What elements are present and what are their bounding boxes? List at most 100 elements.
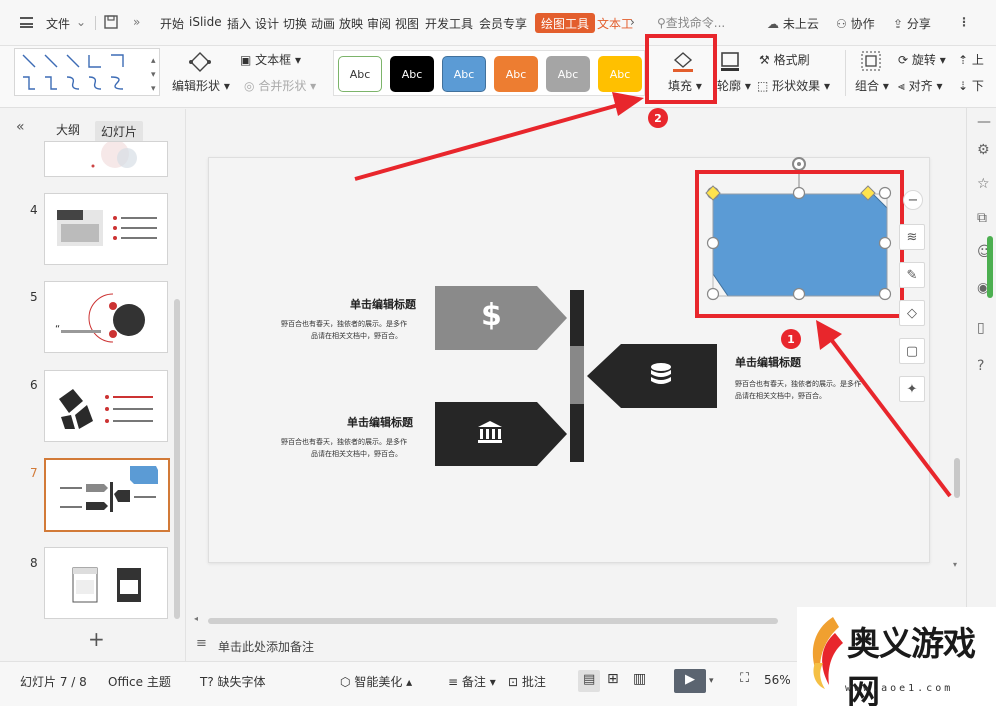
comment-button[interactable]: ⊡ 批注 xyxy=(508,673,546,690)
star-icon[interactable]: ☆ xyxy=(977,176,990,192)
rotate-button[interactable]: ⟳ 旋转 ▾ xyxy=(898,51,946,68)
settings-sliders-icon[interactable]: ⚙ xyxy=(977,142,990,158)
group-button[interactable]: 组合 ▾ xyxy=(855,77,889,94)
chevron-right-icon[interactable]: › xyxy=(630,15,635,29)
book-icon[interactable]: ▯ xyxy=(977,320,985,336)
tab-slideshow[interactable]: 放映 xyxy=(339,15,363,32)
tab-islide[interactable]: iSlide xyxy=(189,15,222,29)
slide-thumb-7[interactable] xyxy=(44,458,170,532)
shape-style-2[interactable]: Abc xyxy=(390,56,434,92)
slide-title-bottom-left[interactable]: 单击编辑标题 xyxy=(347,414,413,430)
tab-review[interactable]: 审阅 xyxy=(367,15,391,32)
slide-thumb-4[interactable] xyxy=(44,193,168,265)
search-command[interactable]: ⚲查找命令... xyxy=(657,14,725,31)
slide-body-top-left-1[interactable]: 野百合也有春天，独依者的展示。是多作 xyxy=(281,318,407,330)
tab-text-tools[interactable]: 文本工 xyxy=(597,15,633,32)
lightbulb-icon[interactable]: ✦ xyxy=(899,376,925,402)
normal-view-button[interactable]: ▤ xyxy=(578,670,600,692)
play-button[interactable]: ▶ xyxy=(674,669,706,693)
outline-icon[interactable] xyxy=(719,51,741,71)
collapse-icon[interactable]: — xyxy=(977,114,991,130)
help-icon[interactable]: ? xyxy=(977,358,984,374)
tab-developer[interactable]: 开发工具 xyxy=(425,15,473,32)
more-options-icon[interactable]: ⋮ xyxy=(958,15,970,29)
more-icon[interactable]: » xyxy=(133,15,140,29)
shape-selection-handles[interactable] xyxy=(690,156,910,322)
tab-outline[interactable]: 大纲 xyxy=(56,121,80,138)
shape-style-5[interactable]: Abc xyxy=(546,56,590,92)
tab-insert[interactable]: 插入 xyxy=(227,15,251,32)
slide-title-top-left[interactable]: 单击编辑标题 xyxy=(350,296,416,312)
slide-body-bottom-left-1[interactable]: 野百合也有春天，独依者的展示。是多作 xyxy=(281,436,407,448)
slide-title-right[interactable]: 单击编辑标题 xyxy=(735,354,801,370)
panel-scrollbar[interactable] xyxy=(174,299,180,619)
tab-slides[interactable]: 幻灯片 xyxy=(95,121,144,142)
horizontal-scrollbar[interactable]: ◂ xyxy=(194,614,794,625)
add-slide-button[interactable]: + xyxy=(88,627,105,651)
scroll-down-icon[interactable]: ▾ xyxy=(953,560,957,569)
text-box-button[interactable]: ▣ 文本框 ▾ xyxy=(240,51,301,68)
shape-style-4[interactable]: Abc xyxy=(494,56,538,92)
main-vertical-scrollbar[interactable]: ▾ xyxy=(950,108,964,578)
menu-file[interactable]: 文件 xyxy=(46,15,70,32)
missing-font-button[interactable]: T? 缺失字体 xyxy=(200,673,266,690)
reading-view-icon[interactable]: ▥ xyxy=(633,671,646,687)
search-icon: ⚲ xyxy=(657,16,666,30)
slide-thumb-8[interactable] xyxy=(44,547,168,619)
fill-shape-icon[interactable]: ◇ xyxy=(899,300,925,326)
chevron-down-icon[interactable]: ⌄ xyxy=(76,15,86,29)
fit-window-icon[interactable]: ⛶ xyxy=(740,671,749,686)
collab-button[interactable]: ⚇ 协作 xyxy=(836,15,875,32)
zoom-level[interactable]: 56% xyxy=(764,673,791,687)
slide-body-top-left-2[interactable]: 品请在相关文档中，野百合。 xyxy=(311,330,402,342)
slide-thumb-5[interactable]: “ xyxy=(44,281,168,353)
edit-shape-button[interactable]: 编辑形状 ▾ xyxy=(172,77,230,94)
shape-style-3[interactable]: Abc xyxy=(442,56,486,92)
outline-button[interactable]: 轮廓 ▾ xyxy=(717,77,751,94)
tab-transition[interactable]: 切换 xyxy=(283,15,307,32)
tab-animation[interactable]: 动画 xyxy=(311,15,335,32)
edit-shape-icon[interactable] xyxy=(187,50,213,74)
slide-number: 6 xyxy=(30,378,38,392)
shapes-gallery[interactable]: ▴ ▾ ▾ xyxy=(14,48,160,96)
tab-view[interactable]: 视图 xyxy=(395,15,419,32)
tab-member[interactable]: 会员专享 xyxy=(479,15,527,32)
tab-home[interactable]: 开始 xyxy=(160,15,184,32)
notes-toggle-button[interactable]: ≡ 备注 ▾ xyxy=(448,673,496,690)
hamburger-icon[interactable] xyxy=(20,17,33,28)
tab-drawing-tools[interactable]: 绘图工具 xyxy=(535,13,596,33)
copy-icon[interactable]: ⧉ xyxy=(977,210,987,226)
slide-body-right-1[interactable]: 野百合也有春天，独依者的展示。是多作 xyxy=(735,378,861,390)
scrollbar-thumb[interactable] xyxy=(954,458,960,498)
cloud-status[interactable]: ☁ 未上云 xyxy=(767,15,819,32)
shape-style-6[interactable]: Abc xyxy=(598,56,642,92)
slide-panel: « 大纲 幻灯片 4 5 “ 6 7 8 + xyxy=(0,109,186,661)
bring-forward-button[interactable]: ⇡ 上 xyxy=(958,51,984,68)
format-painter-button[interactable]: ⚒ 格式刷 xyxy=(759,51,810,68)
slide-thumb-6[interactable] xyxy=(44,370,168,442)
notes-placeholder[interactable]: 单击此处添加备注 xyxy=(218,638,314,655)
collapse-panel-icon[interactable]: « xyxy=(16,119,25,135)
theme-name[interactable]: Office 主题 xyxy=(108,673,171,690)
slide-body-bottom-left-2[interactable]: 品请在相关文档中，野百合。 xyxy=(311,448,402,460)
slide-body-right-2[interactable]: 品请在相关文档中，野百合。 xyxy=(735,390,826,402)
send-backward-button[interactable]: ⇣ 下 xyxy=(958,77,984,94)
pen-icon[interactable]: ✎ xyxy=(899,262,925,288)
grid-view-icon[interactable]: ⊞ xyxy=(607,671,619,687)
scroll-left-icon[interactable]: ◂ xyxy=(194,614,198,623)
share-button[interactable]: ⇪ 分享 xyxy=(893,15,931,32)
separator xyxy=(845,50,846,96)
outline-shape-icon[interactable]: ▢ xyxy=(899,338,925,364)
play-options-icon[interactable]: ▾ xyxy=(709,676,714,686)
h-scrollbar-thumb[interactable] xyxy=(208,618,778,624)
tab-design[interactable]: 设计 xyxy=(255,15,279,32)
minus-icon[interactable]: − xyxy=(903,190,923,210)
group-icon[interactable] xyxy=(860,50,882,72)
layers-icon[interactable]: ≋ xyxy=(899,224,925,250)
slide-thumb-3[interactable] xyxy=(44,141,168,177)
shape-style-1[interactable]: Abc xyxy=(338,56,382,92)
align-button[interactable]: ⫷ 对齐 ▾ xyxy=(898,77,942,94)
save-icon[interactable] xyxy=(104,15,118,29)
shape-effect-button[interactable]: ⬚ 形状效果 ▾ xyxy=(757,77,830,94)
smart-beautify-button[interactable]: ⬡ 智能美化 ▴ xyxy=(340,673,412,690)
